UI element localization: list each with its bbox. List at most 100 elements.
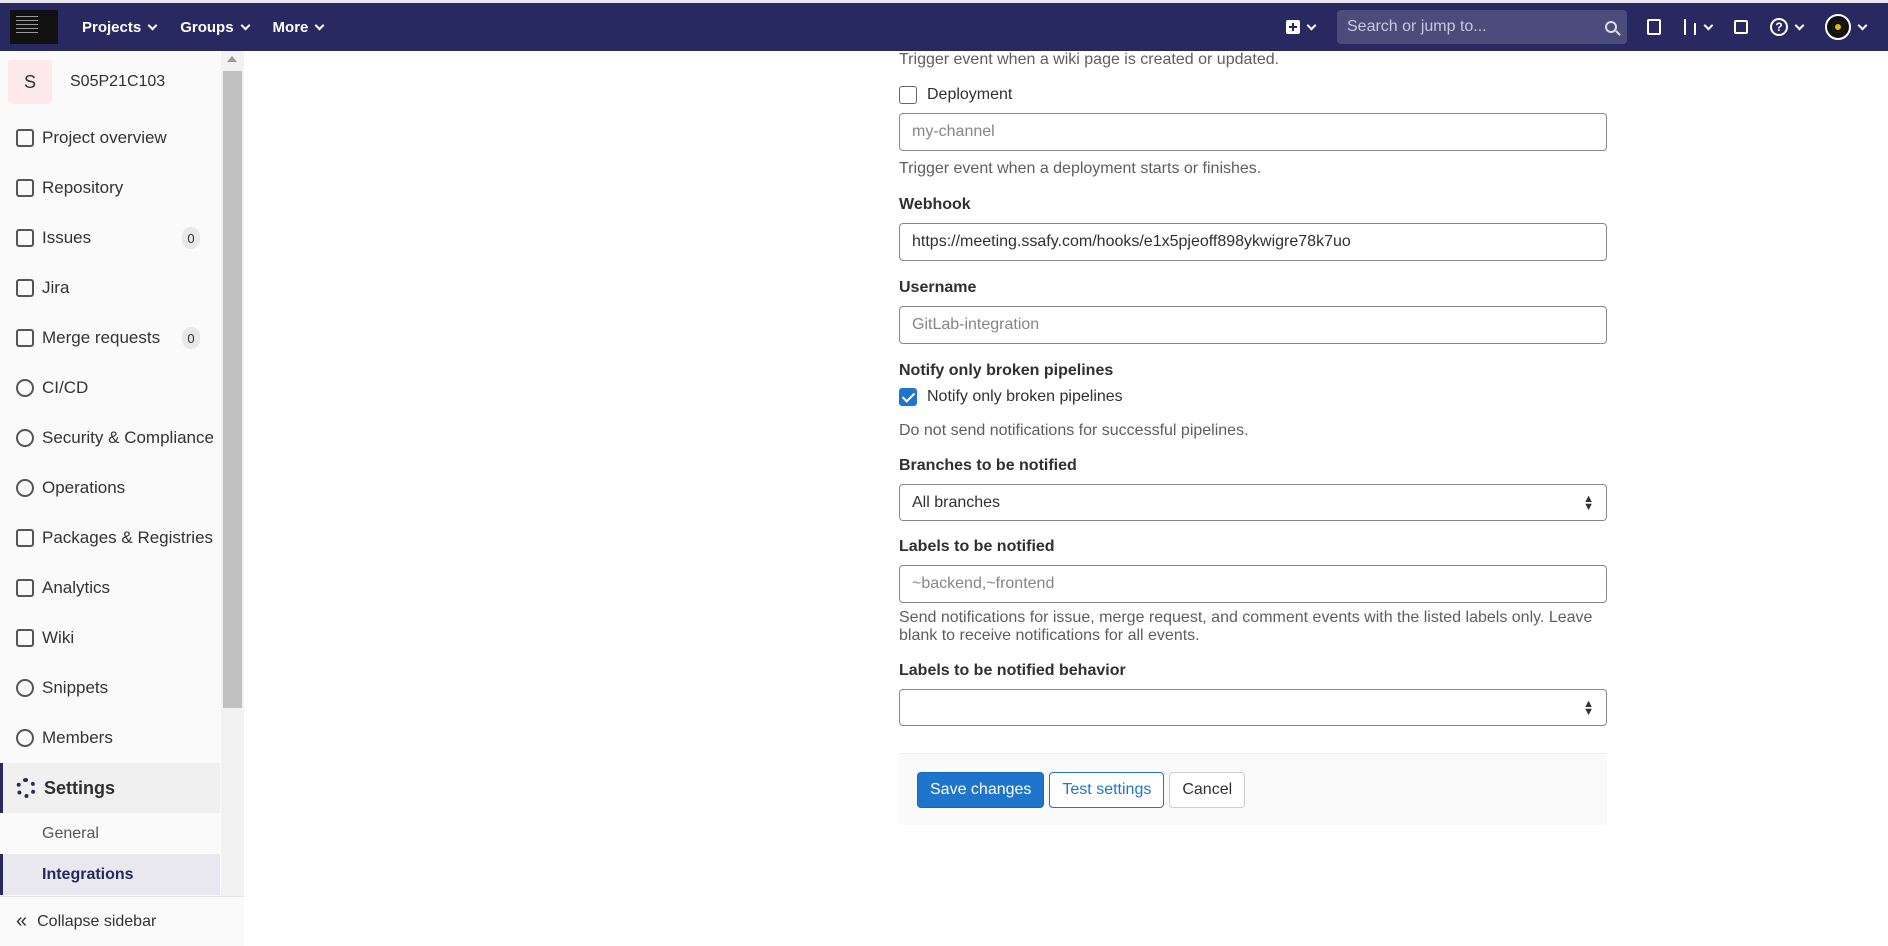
top-right-actions: ?: [1286, 3, 1888, 51]
external-link-icon: [16, 279, 34, 297]
scroll-up-arrow-icon[interactable]: [227, 56, 237, 62]
package-icon: [16, 529, 34, 547]
nav-groups-label: Groups: [180, 18, 234, 36]
rocket-icon: [16, 379, 34, 397]
notify-broken-checkbox-row[interactable]: Notify only broken pipelines: [899, 388, 1123, 406]
chart-icon: [16, 579, 34, 597]
notify-broken-label: Notify only broken pipelines: [899, 362, 1114, 379]
webhook-input[interactable]: [899, 223, 1607, 261]
merge-requests-button[interactable]: [1683, 19, 1714, 35]
merge-request-icon: [16, 329, 34, 347]
nav-more[interactable]: More: [273, 19, 325, 36]
scissors-icon: [16, 679, 34, 697]
top-navbar: Projects Groups More ?: [0, 3, 1888, 51]
sidebar-item-issues[interactable]: Issues 0: [0, 213, 220, 263]
sidebar-subitem-general[interactable]: General: [0, 813, 220, 854]
sidebar-item-label: Merge requests: [42, 328, 161, 347]
issues-icon: [16, 229, 34, 247]
labels-behavior-select[interactable]: ▲ ▼: [899, 689, 1607, 726]
deployment-checkbox-label: Deployment: [927, 86, 1013, 103]
sidebar-item-snippets[interactable]: Snippets: [0, 663, 220, 713]
count-badge: 0: [182, 227, 200, 249]
sidebar-item-members[interactable]: Members: [0, 713, 220, 763]
cancel-button[interactable]: Cancel: [1169, 771, 1246, 808]
sidebar-item-label: Members: [42, 728, 113, 747]
notify-broken-help-text: Do not send notifications for successful…: [899, 422, 1249, 439]
sidebar-item-wiki[interactable]: Wiki: [0, 613, 220, 663]
deployment-channel-input[interactable]: [899, 113, 1607, 151]
sidebar-scrollbar[interactable]: [221, 51, 244, 896]
project-name: S05P21C103: [70, 73, 166, 90]
sidebar-subitem-integrations[interactable]: Integrations: [0, 854, 220, 895]
scrollbar-thumb[interactable]: [223, 71, 242, 708]
count-badge: 0: [182, 327, 200, 349]
sidebar-item-label: Snippets: [42, 678, 109, 697]
chevron-down-icon: [1794, 20, 1805, 30]
search-icon[interactable]: [1605, 21, 1617, 33]
plus-square-icon: [1286, 20, 1300, 34]
sidebar-item-analytics[interactable]: Analytics: [0, 563, 220, 613]
sidebar-item-settings[interactable]: Settings: [0, 763, 220, 813]
notify-broken-checkbox-label: Notify only broken pipelines: [927, 388, 1123, 405]
todos-button[interactable]: [1734, 20, 1748, 34]
sidebar-item-operations[interactable]: Operations: [0, 463, 220, 513]
username-label: Username: [899, 279, 977, 296]
sidebar-item-label: Project overview: [42, 128, 167, 147]
notify-broken-checkbox[interactable]: [899, 388, 917, 406]
sidebar-item-label: Security & Compliance: [42, 428, 214, 447]
project-header[interactable]: S S05P21C103: [0, 51, 243, 113]
search-input[interactable]: [1347, 18, 1605, 36]
username-input[interactable]: [899, 306, 1607, 344]
user-menu[interactable]: [1825, 14, 1868, 40]
book-icon: [16, 629, 34, 647]
save-changes-button[interactable]: Save changes: [917, 771, 1045, 808]
nav-projects-label: Projects: [82, 18, 142, 36]
avatar: [1825, 14, 1851, 40]
deployment-help-text: Trigger event when a deployment starts o…: [899, 160, 1262, 177]
users-icon: [16, 729, 34, 747]
sidebar-item-project-overview[interactable]: Project overview: [0, 113, 220, 163]
nav-projects[interactable]: Projects: [82, 18, 158, 36]
issues-icon: [1647, 19, 1661, 35]
wiki-help-text: Trigger event when a wiki page is create…: [899, 51, 1280, 68]
sidebar-item-label: Repository: [42, 178, 124, 197]
sidebar-item-security[interactable]: Security & Compliance: [0, 413, 220, 463]
collapse-sidebar-button[interactable]: « Collapse sidebar: [0, 896, 244, 946]
branches-select[interactable]: All branches ▲ ▼: [899, 484, 1607, 521]
webhook-label: Webhook: [899, 196, 971, 213]
labels-input[interactable]: [899, 565, 1607, 603]
sidebar-item-merge-requests[interactable]: Merge requests 0: [0, 313, 220, 363]
new-item-button[interactable]: [1286, 20, 1317, 34]
deployment-checkbox-row[interactable]: Deployment: [899, 86, 1012, 104]
nav-groups[interactable]: Groups: [180, 18, 250, 36]
chevron-down-icon: [314, 20, 325, 30]
project-avatar: S: [8, 60, 52, 104]
sidebar-item-label: Issues: [42, 228, 92, 247]
merge-request-icon: [1683, 19, 1697, 35]
todo-icon: [1734, 20, 1748, 34]
sort-arrows-icon: ▲ ▼: [1583, 697, 1594, 718]
issues-button[interactable]: [1647, 19, 1661, 35]
deployment-checkbox[interactable]: [899, 86, 917, 104]
sidebar-item-packages[interactable]: Packages & Registries: [0, 513, 220, 563]
sidebar-item-repository[interactable]: Repository: [0, 163, 220, 213]
sidebar-item-label: Jira: [42, 278, 70, 297]
test-settings-button[interactable]: Test settings: [1049, 771, 1165, 808]
sidebar-item-label: Settings: [44, 777, 116, 798]
sidebar-item-cicd[interactable]: CI/CD: [0, 363, 220, 413]
chevron-down-icon: [1306, 20, 1317, 30]
gear-icon: [16, 778, 36, 798]
double-chevron-left-icon: «: [16, 910, 28, 932]
chevron-down-icon: [147, 20, 158, 30]
branches-label: Branches to be notified: [899, 457, 1077, 474]
chevron-down-icon: [240, 20, 250, 30]
logo[interactable]: [10, 10, 58, 44]
search-box[interactable]: [1337, 10, 1627, 44]
labels-label: Labels to be notified: [899, 538, 1055, 555]
sidebar-item-jira[interactable]: Jira: [0, 263, 220, 313]
document-icon: [16, 179, 34, 197]
labels-help-text: Send notifications for issue, merge requ…: [899, 609, 1593, 644]
sidebar-item-label: CI/CD: [42, 378, 89, 397]
help-button[interactable]: ?: [1770, 18, 1805, 36]
sidebar-item-label: Packages & Registries: [42, 528, 214, 547]
